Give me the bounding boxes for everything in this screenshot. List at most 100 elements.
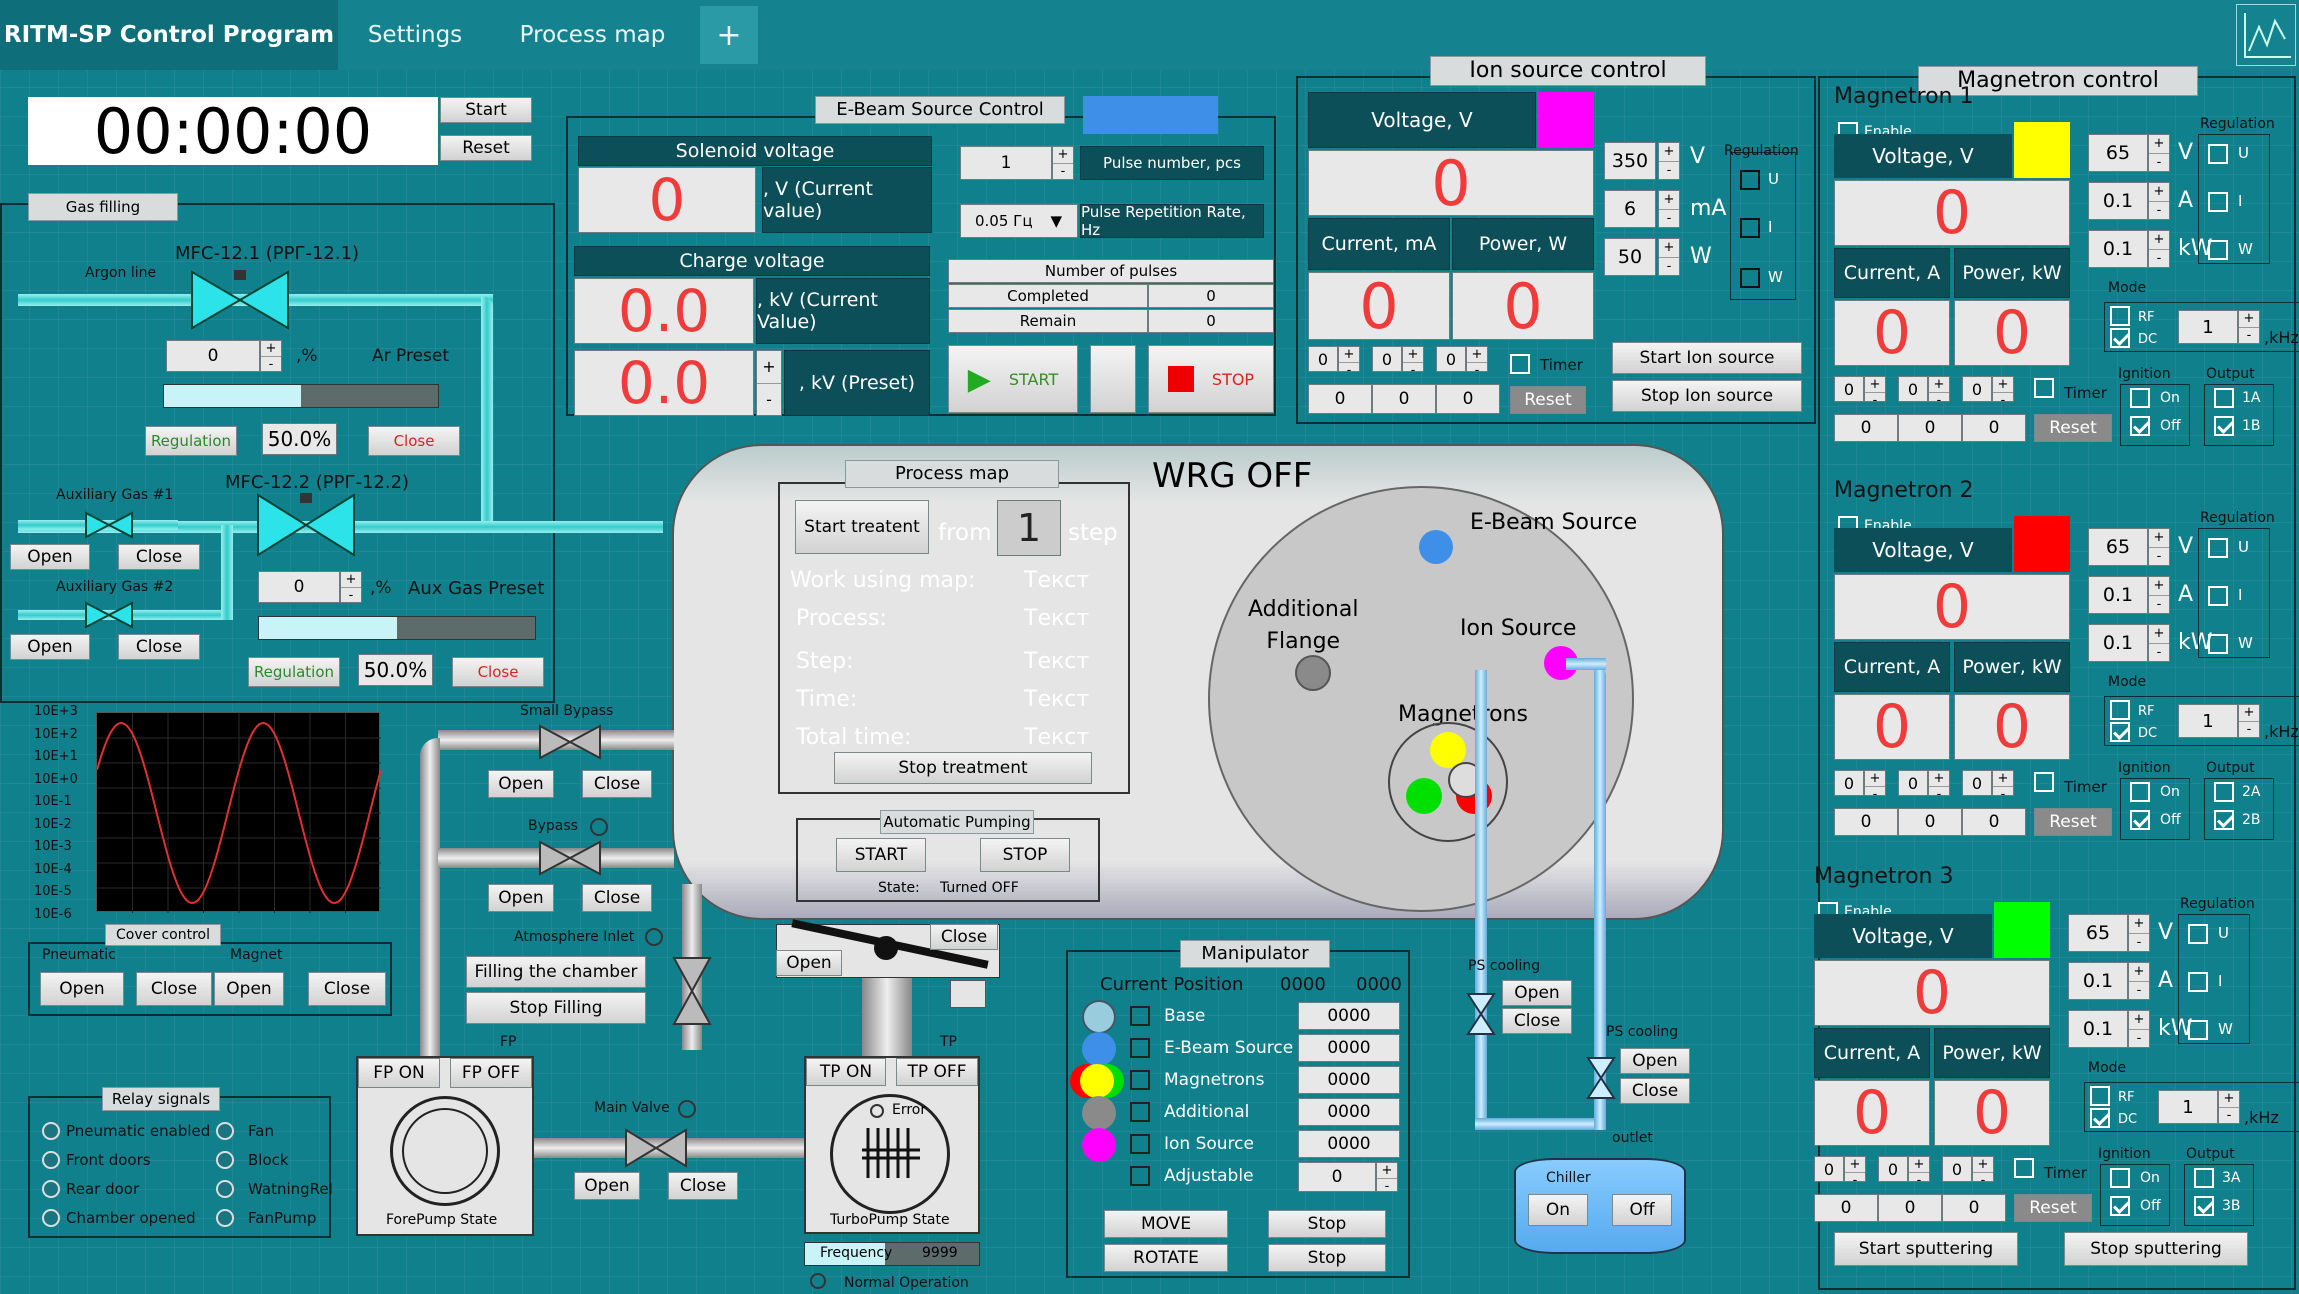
add-tab-button[interactable]: +: [700, 6, 758, 64]
manip-adjust-stepper[interactable]: + -: [1376, 1162, 1398, 1194]
ion-reg-w-checkbox[interactable]: [1740, 268, 1760, 288]
aux-regulation-button[interactable]: Regulation: [248, 657, 340, 687]
m1-timer-stepper-0[interactable]: + -: [1864, 376, 1886, 408]
ar-regulation-button[interactable]: Regulation: [145, 426, 237, 456]
m2-set-2[interactable]: 0.1: [2088, 624, 2148, 662]
charge-preset-value[interactable]: 0.0: [574, 349, 754, 417]
m1-timer-stepper-1[interactable]: + -: [1928, 376, 1950, 408]
ion-timer-field-2[interactable]: 0: [1436, 346, 1466, 372]
m3-timer-stepper-0[interactable]: + -: [1844, 1156, 1866, 1188]
aux2-close-button[interactable]: Close: [118, 634, 200, 660]
m1-timer-field-0[interactable]: 0: [1834, 376, 1864, 402]
m1-reg-checkbox-1[interactable]: [2208, 192, 2228, 212]
m2-reg-checkbox-2[interactable]: [2208, 634, 2228, 654]
m1-rf-checkbox[interactable]: [2110, 306, 2130, 326]
m2-timer-field-1[interactable]: 0: [1898, 770, 1928, 796]
ion-power-set[interactable]: 50: [1604, 238, 1656, 276]
manip-value-4[interactable]: 0000: [1298, 1130, 1400, 1158]
ebeam-source-marker[interactable]: [1419, 530, 1453, 564]
tab-control-program[interactable]: RITM-SP Control Program: [0, 0, 338, 70]
atm-valve-icon[interactable]: [672, 956, 712, 1026]
ps-cooling-1-open-button[interactable]: Open: [1502, 980, 1572, 1006]
m2-ignition-off-checkbox[interactable]: [2130, 810, 2150, 830]
rotate-stop-button[interactable]: Stop: [1268, 1244, 1386, 1272]
m2-set-stepper-2[interactable]: + -: [2148, 624, 2170, 662]
ps-cooling-2-open-button[interactable]: Open: [1620, 1048, 1690, 1074]
timer-start-button[interactable]: Start: [440, 97, 532, 123]
m1-reg-checkbox-2[interactable]: [2208, 240, 2228, 260]
chiller-on-button[interactable]: On: [1528, 1194, 1588, 1226]
ps-cooling-2-close-button[interactable]: Close: [1620, 1078, 1690, 1104]
ps-cooling-valve-2-icon[interactable]: [1586, 1056, 1616, 1100]
stop-filling-button[interactable]: Stop Filling: [466, 992, 646, 1024]
m3-ignition-on-checkbox[interactable]: [2110, 1168, 2130, 1188]
ar-close-button[interactable]: Close: [368, 426, 460, 456]
m3-ignition-off-checkbox[interactable]: [2110, 1196, 2130, 1216]
m1-set-1[interactable]: 0.1: [2088, 182, 2148, 220]
m2-reg-checkbox-1[interactable]: [2208, 586, 2228, 606]
chart-icon[interactable]: [2236, 4, 2296, 66]
m3-set-stepper-2[interactable]: + -: [2128, 1010, 2150, 1048]
rate-select[interactable]: 0.05 Гц ▼: [960, 204, 1078, 238]
m2-ignition-on-checkbox[interactable]: [2130, 782, 2150, 802]
magnetron3-marker[interactable]: [1406, 778, 1442, 814]
m1-output-b-checkbox[interactable]: [2214, 416, 2234, 436]
ion-current-set[interactable]: 6: [1604, 190, 1656, 228]
m1-output-a-checkbox[interactable]: [2214, 388, 2234, 408]
m2-timer-stepper-2[interactable]: + -: [1992, 770, 2014, 802]
aux2-open-button[interactable]: Open: [10, 634, 90, 660]
main-valve-close-button[interactable]: Close: [668, 1172, 738, 1200]
aux-close-button[interactable]: Close: [452, 657, 544, 687]
pneumatic-open-button[interactable]: Open: [40, 972, 124, 1006]
magnet-close-button[interactable]: Close: [308, 972, 386, 1006]
ion-power-stepper[interactable]: + -: [1658, 238, 1680, 276]
m3-dc-checkbox[interactable]: [2090, 1108, 2110, 1128]
fp-on-button[interactable]: FP ON: [358, 1058, 440, 1088]
ion-timer-stepper-0[interactable]: + -: [1338, 346, 1360, 378]
m3-timer-stepper-2[interactable]: + -: [1972, 1156, 1994, 1188]
ps-cooling-valve-1-icon[interactable]: [1466, 992, 1496, 1036]
m2-dc-checkbox[interactable]: [2110, 722, 2130, 742]
stop-treatment-button[interactable]: Stop treatment: [834, 752, 1092, 784]
ar-stepper[interactable]: + -: [260, 340, 282, 372]
m2-output-a-checkbox[interactable]: [2214, 782, 2234, 802]
stop-sputtering-button[interactable]: Stop sputtering: [2064, 1232, 2248, 1266]
manip-checkbox-4[interactable]: [1130, 1134, 1150, 1154]
aux1-valve-icon[interactable]: [84, 511, 134, 539]
m3-timer-field-0[interactable]: 0: [1814, 1156, 1844, 1182]
small-bypass-open-button[interactable]: Open: [488, 770, 554, 798]
gate-open-button[interactable]: Open: [776, 950, 842, 976]
m2-timer-stepper-1[interactable]: + -: [1928, 770, 1950, 802]
filling-chamber-button[interactable]: Filling the chamber: [466, 956, 646, 988]
m1-set-0[interactable]: 65: [2088, 134, 2148, 172]
m2-timer-field-2[interactable]: 0: [1962, 770, 1992, 796]
bypass-valve-icon[interactable]: [538, 840, 602, 876]
ion-timer-field-1[interactable]: 0: [1372, 346, 1402, 372]
rotate-button[interactable]: ROTATE: [1104, 1244, 1228, 1272]
m3-set-2[interactable]: 0.1: [2068, 1010, 2128, 1048]
auto-pumping-stop-button[interactable]: STOP: [980, 838, 1070, 872]
m3-rf-checkbox[interactable]: [2090, 1086, 2110, 1106]
m2-set-1[interactable]: 0.1: [2088, 576, 2148, 614]
m2-rf-checkbox[interactable]: [2110, 700, 2130, 720]
m3-set-stepper-1[interactable]: + -: [2128, 962, 2150, 1000]
m3-reg-checkbox-2[interactable]: [2188, 1020, 2208, 1040]
magnet-open-button[interactable]: Open: [214, 972, 284, 1006]
m3-freq-stepper[interactable]: + -: [2218, 1090, 2240, 1124]
m1-timer-stepper-2[interactable]: + -: [1992, 376, 2014, 408]
ion-reg-i-checkbox[interactable]: [1740, 218, 1760, 238]
m3-output-a-checkbox[interactable]: [2194, 1168, 2214, 1188]
small-bypass-valve-icon[interactable]: [538, 724, 602, 760]
manip-value-1[interactable]: 0000: [1298, 1034, 1400, 1062]
m3-output-b-checkbox[interactable]: [2194, 1196, 2214, 1216]
ion-voltage-set[interactable]: 350: [1604, 142, 1656, 180]
manip-checkbox-1[interactable]: [1130, 1038, 1150, 1058]
move-button[interactable]: MOVE: [1104, 1210, 1228, 1238]
chiller-off-button[interactable]: Off: [1612, 1194, 1672, 1226]
m1-reg-checkbox-0[interactable]: [2208, 144, 2228, 164]
m2-reg-checkbox-0[interactable]: [2208, 538, 2228, 558]
m1-timer-field-1[interactable]: 0: [1898, 376, 1928, 402]
fp-off-button[interactable]: FP OFF: [450, 1058, 532, 1088]
ion-timer-checkbox[interactable]: [1510, 354, 1530, 374]
m1-set-stepper-2[interactable]: + -: [2148, 230, 2170, 268]
